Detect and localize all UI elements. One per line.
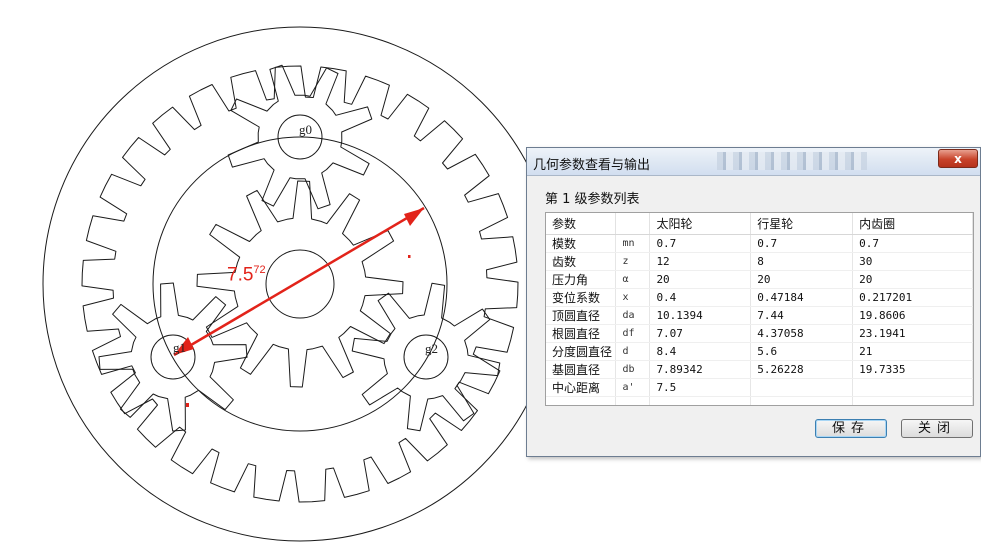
center-distance-label: 7.572 <box>227 264 266 286</box>
sun-value-cell: 20 <box>649 270 752 289</box>
col-header-ring[interactable]: 内齿圈 <box>852 213 973 235</box>
planet-value-cell: 4.37058 <box>750 324 854 343</box>
planet-value-cell: 0.7 <box>750 234 854 253</box>
planet-g1-teeth <box>98 282 248 432</box>
table-row[interactable] <box>546 396 973 405</box>
sun-value-cell: 8.4 <box>649 342 752 361</box>
geometry-params-dialog: 几何参数查看与输出 x 第 1 级参数列表 参数 太阳轮 行星轮 内齿圈 模数 m… <box>526 147 981 457</box>
col-header-sun[interactable]: 太阳轮 <box>649 213 752 235</box>
planet-value-cell: 5.26228 <box>750 360 854 379</box>
ring-value-cell: 23.1941 <box>852 324 973 343</box>
param-name-cell: 压力角 <box>546 270 617 289</box>
col-header-param[interactable]: 参数 <box>546 213 617 235</box>
param-name-cell: 齿数 <box>546 252 617 271</box>
save-button[interactable]: 保存 <box>815 419 887 438</box>
planet-value-cell: 20 <box>750 270 854 289</box>
dialog-titlebar[interactable]: 几何参数查看与输出 x <box>527 148 980 176</box>
symbol-cell: a' <box>615 378 651 397</box>
ring-outer-circle <box>42 26 558 542</box>
planet-value-cell: 7.44 <box>750 306 854 325</box>
param-name-cell: 根圆直径 <box>546 324 617 343</box>
center-distance-arrow-line <box>173 206 425 357</box>
sun-value-cell: 7.07 <box>649 324 752 343</box>
table-row[interactable]: 变位系数 x 0.4 0.47184 0.217201 <box>546 288 973 307</box>
ring-value-cell: 20 <box>852 270 973 289</box>
sun-value-cell: 10.1394 <box>649 306 752 325</box>
close-window-button[interactable]: x <box>938 149 978 168</box>
sun-value-cell: 0.7 <box>649 234 752 253</box>
ring-value-cell: 19.8606 <box>852 306 973 325</box>
symbol-cell: x <box>615 288 651 307</box>
params-table[interactable]: 参数 太阳轮 行星轮 内齿圈 模数 mn 0.7 0.7 0.7 齿数 z 12 8 30 压力角 α… <box>545 212 974 406</box>
sun-value-cell <box>649 396 752 405</box>
close-button[interactable]: 关闭 <box>901 419 973 438</box>
symbol-cell: db <box>615 360 651 379</box>
table-row[interactable]: 齿数 z 12 8 30 <box>546 252 973 271</box>
symbol-cell: α <box>615 270 651 289</box>
dialog-title: 几何参数查看与输出 <box>533 158 651 173</box>
param-name-cell: 变位系数 <box>546 288 617 307</box>
ring-value-cell <box>852 378 973 397</box>
param-name-cell: 分度圆直径 <box>546 342 617 361</box>
symbol-cell: d <box>615 342 651 361</box>
col-header-planet[interactable]: 行星轮 <box>750 213 854 235</box>
ring-value-cell: 21 <box>852 342 973 361</box>
planet-value-cell: 8 <box>750 252 854 271</box>
table-row[interactable]: 中心距离 a' 7.5 <box>546 378 973 397</box>
sun-hub-circle <box>265 249 335 319</box>
ring-value-cell <box>852 396 973 405</box>
table-row[interactable]: 根圆直径 df 7.07 4.37058 23.1941 <box>546 324 973 343</box>
sun-value-cell: 7.5 <box>649 378 752 397</box>
table-row[interactable]: 顶圆直径 da 10.1394 7.44 19.8606 <box>546 306 973 325</box>
ring-value-cell: 0.7 <box>852 234 973 253</box>
symbol-cell: da <box>615 306 651 325</box>
planet-value-cell: 5.6 <box>750 342 854 361</box>
table-header-row: 参数 太阳轮 行星轮 内齿圈 <box>546 213 973 235</box>
col-header-symbol[interactable] <box>615 213 651 235</box>
red-marker-dot <box>186 403 189 407</box>
gear-label-g0: g0 <box>299 122 312 137</box>
sun-value-cell: 12 <box>649 252 752 271</box>
symbol-cell: mn <box>615 234 651 253</box>
param-name-cell: 模数 <box>546 234 617 253</box>
symbol-cell: df <box>615 324 651 343</box>
gear-label-g1: g1 <box>173 340 186 355</box>
ring-value-cell: 30 <box>852 252 973 271</box>
table-row[interactable]: 分度圆直径 d 8.4 5.6 21 <box>546 342 973 361</box>
param-name-cell <box>546 396 617 405</box>
gear-label-g2: g2 <box>425 341 438 356</box>
planet-value-cell <box>750 378 854 397</box>
sun-value-cell: 0.4 <box>649 288 752 307</box>
param-name-cell: 顶圆直径 <box>546 306 617 325</box>
stage-section-label: 第 1 级参数列表 <box>545 192 640 207</box>
table-row[interactable]: 基圆直径 db 7.89342 5.26228 19.7335 <box>546 360 973 379</box>
param-name-cell: 中心距离 <box>546 378 617 397</box>
sun-value-cell: 7.89342 <box>649 360 752 379</box>
titlebar-blur-strip <box>717 152 867 170</box>
planet-value-cell: 0.47184 <box>750 288 854 307</box>
symbol-cell: z <box>615 252 651 271</box>
red-marker-dot <box>408 255 411 258</box>
arrow-head-end <box>404 208 424 226</box>
table-row[interactable]: 压力角 α 20 20 20 <box>546 270 973 289</box>
table-row[interactable]: 模数 mn 0.7 0.7 0.7 <box>546 234 973 253</box>
symbol-cell <box>615 396 651 405</box>
planet-value-cell <box>750 396 854 405</box>
ring-value-cell: 0.217201 <box>852 288 973 307</box>
param-name-cell: 基圆直径 <box>546 360 617 379</box>
ring-value-cell: 19.7335 <box>852 360 973 379</box>
